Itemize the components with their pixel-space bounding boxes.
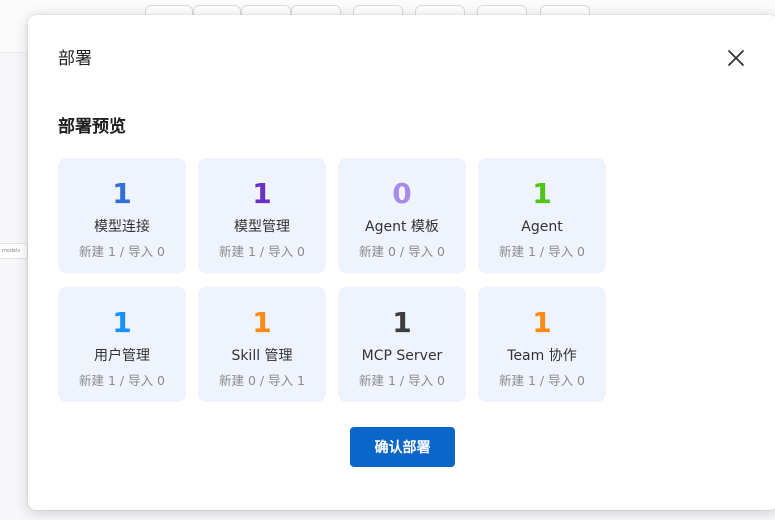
preview-card: 1 Team 协作 新建 1 / 导入 0 <box>478 287 606 402</box>
card-count: 1 <box>532 177 552 210</box>
card-count: 0 <box>392 177 412 210</box>
card-detail: 新建 1 / 导入 0 <box>218 244 305 259</box>
card-name: 用户管理 <box>94 348 150 364</box>
card-detail: 新建 1 / 导入 0 <box>78 373 165 388</box>
card-name: Skill 管理 <box>231 348 293 364</box>
preview-card: 1 模型管理新建 1 / 导入 0 <box>198 158 326 273</box>
close-button[interactable] <box>725 47 747 69</box>
card-count: 1 <box>532 306 552 339</box>
card-detail: 新建 0 / 导入 1 <box>218 373 305 388</box>
deploy-preview-grid: 1 模型连接新建 1 / 导入 0 1 模型管理新建 1 / 导入 0 0 Agent 模… <box>58 158 608 402</box>
card-count: 1 <box>392 306 412 339</box>
modal-title: 部署 <box>58 49 92 69</box>
deploy-modal: 部署 部署预览 1 模型连接新建 1 / 导入 0 1 模型管理新建 1 / 导入 0… <box>28 15 775 510</box>
preview-card: 1 Agent 新建 1 / 导入 0 <box>478 158 606 273</box>
confirm-deploy-button[interactable]: 确认部署 <box>350 427 455 467</box>
card-detail: 新建 0 / 导入 0 <box>358 244 445 259</box>
card-count: 1 <box>112 177 132 210</box>
card-count: 1 <box>252 177 272 210</box>
card-count: 1 <box>252 306 272 339</box>
card-detail: 新建 1 / 导入 0 <box>498 373 585 388</box>
card-name: Agent <box>521 219 563 235</box>
preview-card: 1 用户管理新建 1 / 导入 0 <box>58 287 186 402</box>
card-name: 模型管理 <box>234 219 290 235</box>
preview-card: 1 MCP Server 新建 1 / 导入 0 <box>338 287 466 402</box>
card-detail: 新建 1 / 导入 0 <box>498 244 585 259</box>
card-name: 模型连接 <box>94 219 150 235</box>
section-title: 部署预览 <box>58 117 126 137</box>
background-canvas-node: models <box>0 243 28 259</box>
card-detail: 新建 1 / 导入 0 <box>78 244 165 259</box>
close-icon <box>728 50 744 66</box>
preview-card: 0 Agent 模板 新建 0 / 导入 0 <box>338 158 466 273</box>
card-count: 1 <box>112 306 132 339</box>
card-name: Agent 模板 <box>365 219 439 235</box>
card-name: Team 协作 <box>507 348 577 364</box>
preview-card: 1 Skill 管理 新建 0 / 导入 1 <box>198 287 326 402</box>
card-detail: 新建 1 / 导入 0 <box>358 373 445 388</box>
preview-card: 1 模型连接新建 1 / 导入 0 <box>58 158 186 273</box>
card-name: MCP Server <box>361 348 443 364</box>
